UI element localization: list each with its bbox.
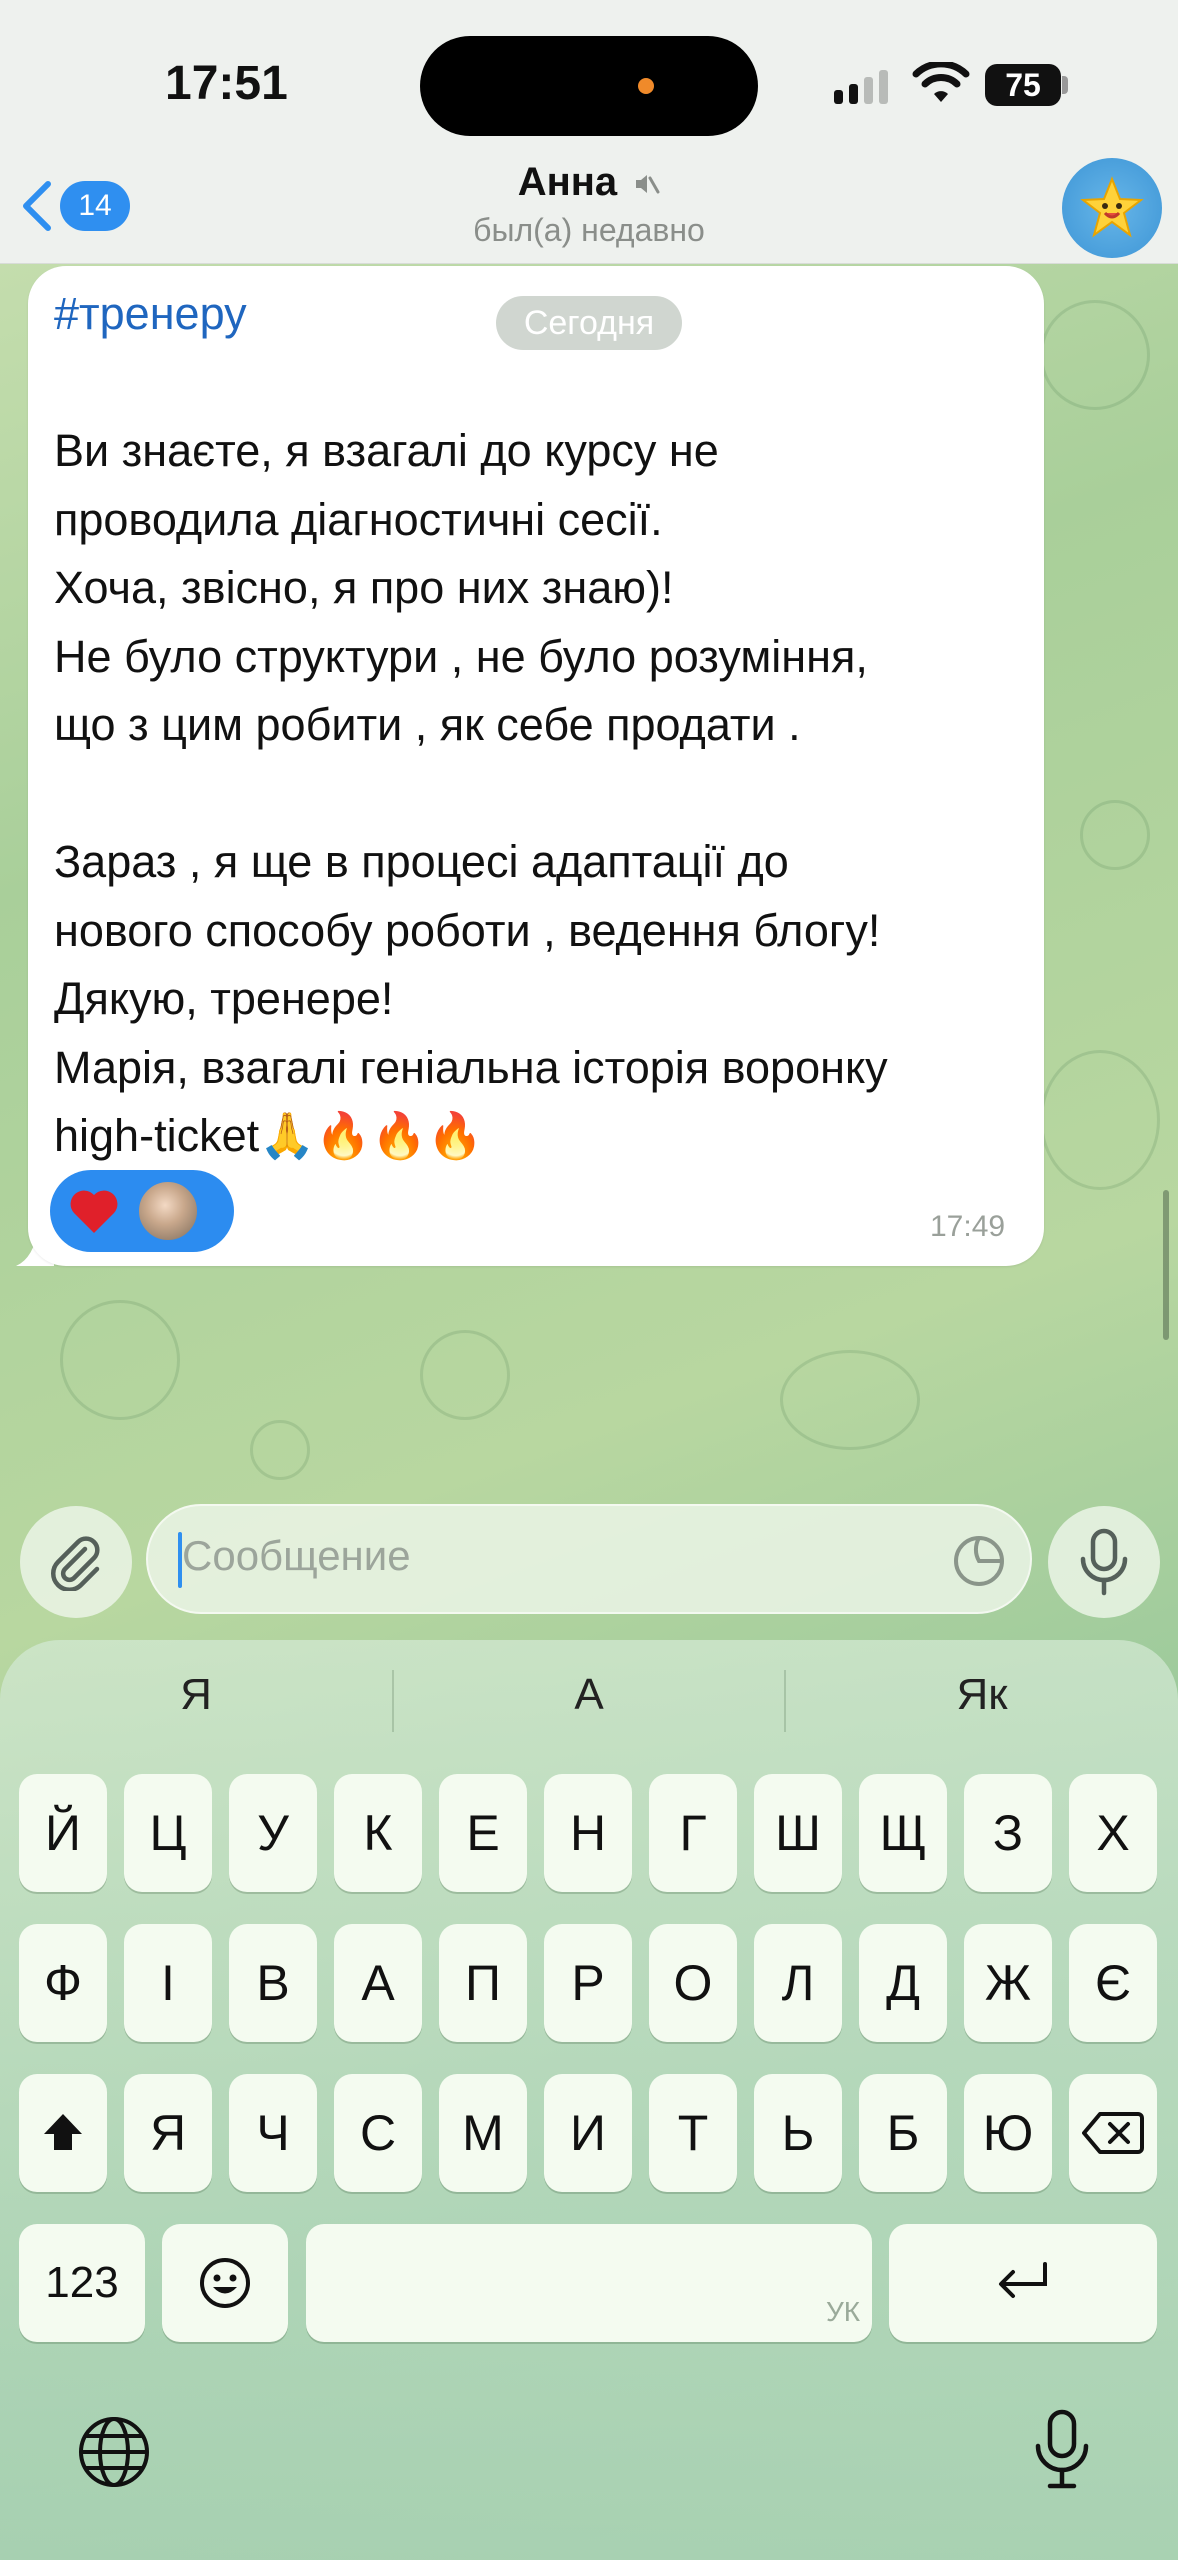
emoji-key[interactable] (162, 2224, 288, 2342)
key[interactable]: Є (1069, 1924, 1157, 2042)
suggestion-3[interactable]: Як (786, 1670, 1178, 1720)
attach-button[interactable] (20, 1506, 132, 1618)
key[interactable]: Г (649, 1774, 737, 1892)
wifi-icon (912, 62, 970, 102)
emoji-icon (200, 2258, 250, 2308)
date-separator: Сегодня (496, 296, 682, 350)
message-text: #тренеру Ви знаєте, я взагалі до курсу н… (54, 280, 1024, 1171)
key[interactable]: Е (439, 1774, 527, 1892)
key[interactable]: Щ (859, 1774, 947, 1892)
key[interactable]: Ф (19, 1924, 107, 2042)
shift-icon (44, 2114, 82, 2150)
scroll-indicator[interactable] (1163, 1190, 1169, 1340)
star-sticker-icon (1080, 176, 1144, 238)
key[interactable]: І (124, 1924, 212, 2042)
suggestion-2[interactable]: А (393, 1670, 785, 1720)
paperclip-icon (50, 1536, 100, 1591)
key[interactable]: У (229, 1774, 317, 1892)
return-key[interactable] (889, 2224, 1157, 2342)
numbers-key[interactable]: 123 (19, 2224, 145, 2342)
cellular-signal-icon (834, 68, 888, 104)
last-seen-status: был(а) недавно (473, 212, 705, 248)
privacy-indicator-dot (638, 78, 654, 94)
reaction-chip[interactable] (50, 1170, 234, 1252)
message-input-placeholder: Сообщение (182, 1532, 411, 1579)
key[interactable]: М (439, 2074, 527, 2192)
key[interactable]: Н (544, 1774, 632, 1892)
status-time: 17:51 (165, 57, 288, 110)
key[interactable]: С (334, 2074, 422, 2192)
key[interactable]: П (439, 1924, 527, 2042)
key[interactable]: З (964, 1774, 1052, 1892)
dynamic-island (420, 36, 758, 136)
key[interactable]: Х (1069, 1774, 1157, 1892)
backspace-key[interactable] (1069, 2074, 1157, 2192)
message-time: 17:49 (930, 1210, 1006, 1243)
key[interactable]: Т (649, 2074, 737, 2192)
key[interactable]: О (649, 1924, 737, 2042)
key[interactable]: Д (859, 1924, 947, 2042)
message-body: Ви знаєте, я взагалі до курсу не проводи… (54, 425, 888, 1161)
battery-level: 75 (985, 64, 1061, 106)
muted-icon (636, 175, 660, 194)
contact-name: Анна (517, 160, 618, 204)
contact-avatar[interactable] (1062, 158, 1162, 258)
backspace-icon (1082, 2112, 1144, 2154)
return-icon (999, 2262, 1047, 2298)
sticker-icon[interactable] (952, 1534, 1006, 1588)
key[interactable]: Ч (229, 2074, 317, 2192)
hashtag-link[interactable]: #тренеру (54, 288, 247, 339)
key[interactable]: Б (859, 2074, 947, 2192)
key[interactable]: Я (124, 2074, 212, 2192)
heart-reaction-icon (70, 1190, 118, 1233)
chat-title[interactable]: Анна (0, 160, 1178, 205)
space-key[interactable] (306, 2224, 872, 2342)
microphone-icon (1080, 1528, 1128, 1596)
key[interactable]: Ш (754, 1774, 842, 1892)
key[interactable]: В (229, 1924, 317, 2042)
shift-key[interactable] (19, 2074, 107, 2192)
key[interactable]: Ю (964, 2074, 1052, 2192)
voice-message-button[interactable] (1048, 1506, 1160, 1618)
key[interactable]: Ж (964, 1924, 1052, 2042)
globe-icon[interactable] (74, 2412, 154, 2492)
dictation-microphone-icon[interactable] (1032, 2408, 1092, 2492)
key[interactable]: Ц (124, 1774, 212, 1892)
keyboard-language-hint: УК (826, 2296, 861, 2327)
key[interactable]: Ь (754, 2074, 842, 2192)
key[interactable]: Й (19, 1774, 107, 1892)
key[interactable]: Р (544, 1924, 632, 2042)
key[interactable]: А (334, 1924, 422, 2042)
key[interactable]: Л (754, 1924, 842, 2042)
key[interactable]: К (334, 1774, 422, 1892)
suggestion-1[interactable]: Я (0, 1670, 392, 1720)
battery-tip (1062, 76, 1068, 94)
key[interactable]: И (544, 2074, 632, 2192)
reactor-avatar (136, 1179, 200, 1243)
